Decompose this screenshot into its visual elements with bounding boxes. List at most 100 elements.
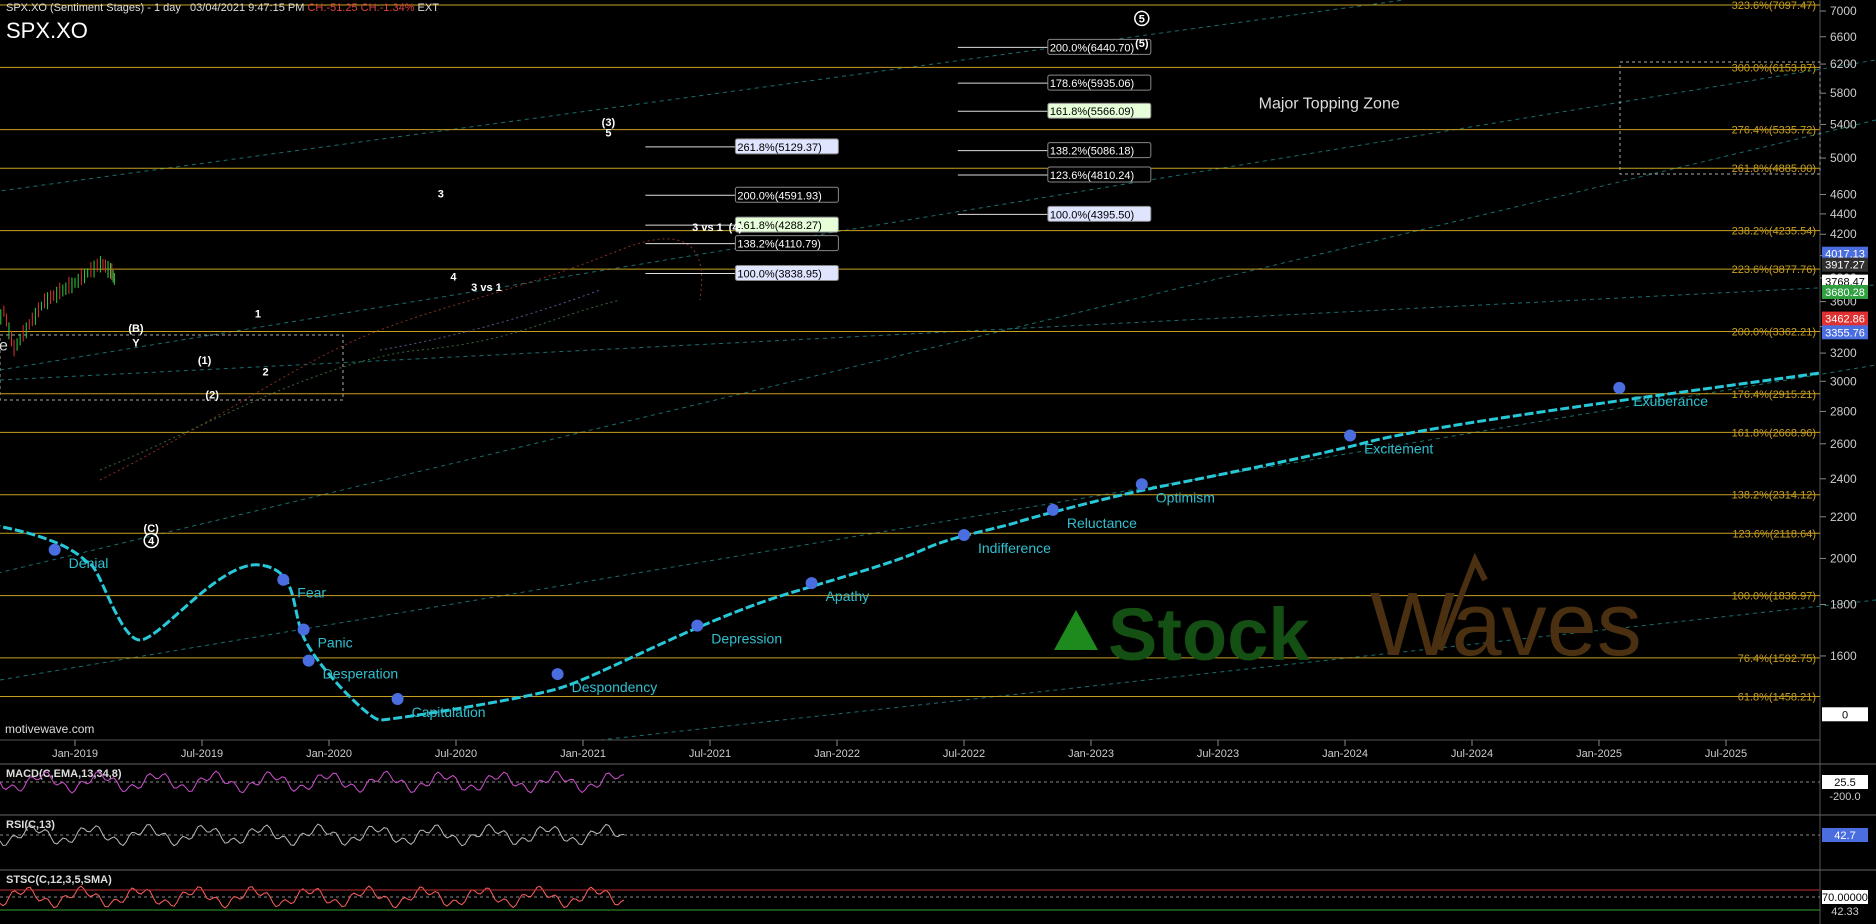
sentiment-stage-label: Indifference [978,540,1051,556]
fib-level-label: 123.6%(2118.64) [1732,528,1816,540]
y-tick-label: 3200 [1830,346,1857,360]
y-tick-label: 1800 [1830,597,1857,611]
indicator-value: 25.5 [1834,777,1855,789]
fib-level-label: 238.2%(4235.54) [1732,226,1816,238]
logo-text-waves: Waves [1370,575,1642,675]
x-tick-label: Jul-2022 [943,748,985,760]
y-tick-label: 4600 [1830,187,1857,201]
x-tick-label: Jul-2020 [435,748,477,760]
chart-header: SPX.XO (Sentiment Stages) - 1 day 03/04/… [6,2,439,14]
sentiment-stage-label: Excitement [1364,440,1433,456]
sentiment-stage-label: Exuberance [1633,393,1708,409]
wave-label: 3 vs 1 [692,222,723,234]
x-tick-label: Jan-2025 [1576,748,1622,760]
sentiment-stage-label: Capitulation [412,704,486,720]
sentiment-stage-label: Reluctance [1067,515,1137,531]
header-session: EXT [417,2,439,14]
sentiment-stage-label: Despondency [572,679,658,695]
target-label-text: 200.0%(4591.93) [737,190,821,202]
x-tick-label: Jul-2019 [181,748,223,760]
logo-text-stock: Stock [1108,593,1310,676]
price-tag-text: 3355.76 [1825,327,1865,339]
y-tick-label: 5800 [1830,86,1857,100]
x-tick-label: Jul-2025 [1705,748,1747,760]
x-tick-label: Jan-2021 [560,748,606,760]
y-tick-label: 2400 [1830,472,1857,486]
fib-level-label: 176.4%(2915.21) [1732,389,1816,401]
price-tag-text: 3462.86 [1825,314,1865,326]
indicator-value-secondary: -200.0 [1829,791,1860,803]
sentiment-dot [48,543,61,556]
symbol-label: SPX.XO [6,18,88,43]
indicator-name: STSC(C,12,3,5,SMA) [6,874,112,886]
sentiment-dot [691,619,704,632]
wave-label: (B) [128,323,144,335]
wave-label: 1 [255,309,261,321]
y-tick-label: 5400 [1830,117,1857,131]
indicator-value: 70.00000 [1822,892,1868,904]
sentiment-dot [1046,503,1059,516]
wave-label: 3 vs 1 [471,282,502,294]
background [0,0,1876,924]
y-tick-label: 3000 [1830,374,1857,388]
chart-canvas[interactable]: 323.6%(7097.47) 300.0%(6153.87) 276.4%(533… [0,0,1876,924]
sentiment-dot [1613,381,1626,394]
fib-level-label: 200.0%(3362.21) [1732,326,1816,338]
y-tick-label: 7000 [1830,4,1857,18]
x-tick-label: Jan-2023 [1068,748,1114,760]
x-tick-label: Jan-2019 [52,748,98,760]
y-tick-label: 2600 [1830,437,1857,451]
y-tick-label: 1600 [1830,649,1857,663]
wave-label: (5) [1135,38,1149,50]
y-tick-label: 2200 [1830,510,1857,524]
sentiment-stage-label: Fear [297,585,326,601]
fib-level-label: 61.8%(1458.21) [1738,691,1816,703]
target-label-text: 261.8%(5129.37) [737,142,821,154]
x-tick-label: Jul-2021 [689,748,731,760]
fib-level-label: 100.0%(1836.97) [1732,591,1816,603]
header-datetime: 03/04/2021 9:47:15 PM [190,2,305,14]
target-label-text: 138.2%(5086.18) [1050,146,1134,158]
sentiment-stage-label: Depression [711,631,782,647]
header-change: CH:-51.25 [307,2,358,14]
sentiment-stage-label: Panic [318,634,353,650]
sentiment-dot [302,654,315,667]
fib-level-label: 161.8%(2668.96) [1732,427,1816,439]
target-label-text: 100.0%(4395.50) [1050,209,1134,221]
sentiment-dot [391,692,404,705]
header-change-pct: CH:-1.34% [360,2,415,14]
sentiment-stage-label: Desperation [323,666,399,682]
annotation-label: Major Topping Zone [0,337,8,354]
target-label-text: 161.8%(4288.27) [737,220,821,232]
wave-label: (2) [205,389,219,401]
target-label-text: 100.0%(3838.95) [737,269,821,281]
sentiment-dot [297,623,310,636]
target-label-text: 161.8%(5566.09) [1050,106,1134,118]
wave-label: 3 [438,188,444,200]
fib-level-label: 323.6%(7097.47) [1732,0,1816,12]
sentiment-dot [958,529,970,542]
sentiment-stage-label: Optimism [1156,489,1215,505]
wave-label: 4 [148,535,155,547]
y-tick-label: 2000 [1830,551,1857,565]
sentiment-dot [1135,478,1148,491]
fib-level-label: 276.4%(5335.72) [1732,125,1816,137]
price-tag-text: 3917.27 [1825,260,1865,272]
price-tag-text: 3680.28 [1825,287,1865,299]
fib-level-label: 223.6%(3877.76) [1732,264,1816,276]
y-tick-label: 4200 [1830,227,1857,241]
y-tick-label: 5000 [1830,151,1857,165]
sentiment-dot [551,668,564,681]
y-tick-label: 4400 [1830,207,1857,221]
y-tick-label: 6600 [1830,30,1857,44]
indicator-value-secondary: 42.33 [1831,906,1859,918]
wave-label: 4 [450,271,457,283]
y-tick-label: 6200 [1830,57,1857,71]
fib-level-label: 300.0%(6153.87) [1732,62,1816,74]
fib-level-label: 76.4%(1592.75) [1738,653,1816,665]
price-tag-text: 0 [1842,709,1848,721]
sentiment-dot [805,577,818,590]
indicator-value: 42.7 [1834,830,1855,842]
wave-label: Y [132,337,140,349]
wave-label: (4) [729,222,743,234]
